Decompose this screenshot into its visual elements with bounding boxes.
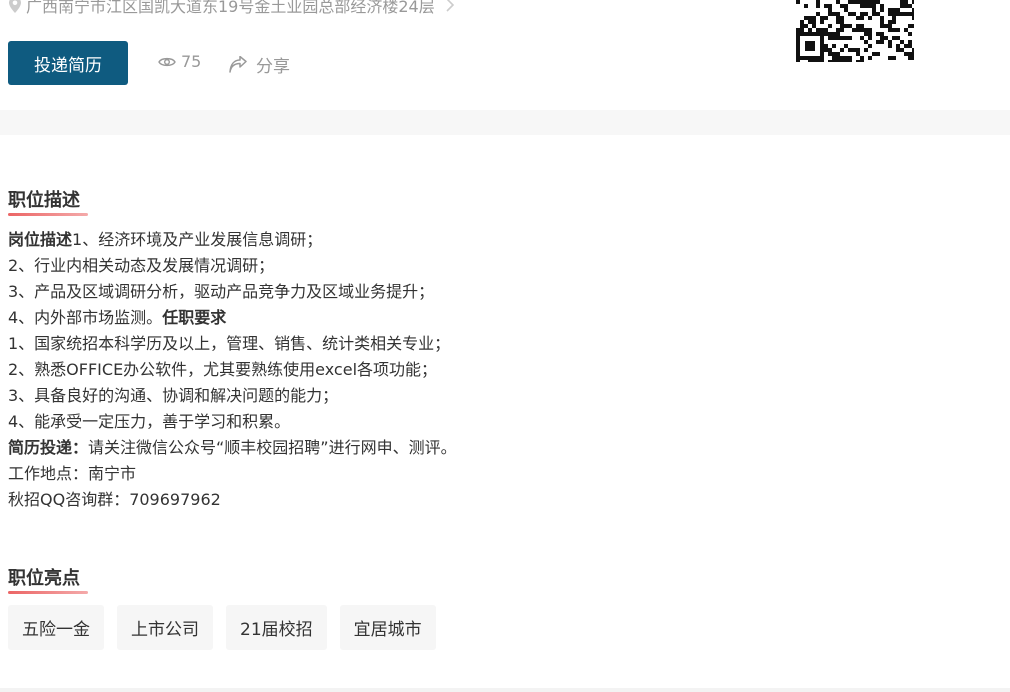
heading-underline xyxy=(8,213,88,216)
share-icon xyxy=(229,55,247,73)
description-line: 3、产品及区域调研分析，驱动产品竞争力及区域业务提升； xyxy=(8,279,457,305)
location-pin-icon xyxy=(9,0,21,13)
line-text: 工作地点：南宁市 xyxy=(8,464,137,483)
view-count-value: 75 xyxy=(181,52,202,71)
highlight-tags: 五险一金 上市公司 21届校招 宜居城市 xyxy=(8,605,436,650)
bottom-divider xyxy=(0,688,1010,692)
job-highlights-heading-text: 职位亮点 xyxy=(8,568,80,589)
job-description-body: 岗位描述1、经济环境及产业发展信息调研； 2、行业内相关动态及发展情况调研； 3… xyxy=(8,227,457,513)
job-highlights-heading: 职位亮点 xyxy=(8,564,88,594)
description-line: 秋招QQ咨询群：709697962 xyxy=(8,487,457,513)
description-line: 岗位描述1、经济环境及产业发展信息调研； xyxy=(8,227,457,253)
address-text: 广西南宁市江区国凯大道东19号金土业园总部经济楼24层 xyxy=(26,0,435,16)
description-line: 1、国家统招本科学历及以上，管理、销售、统计类相关专业； xyxy=(8,331,457,357)
job-description-heading: 职位描述 xyxy=(8,186,88,216)
line-text: 1、经济环境及产业发展信息调研； xyxy=(72,230,323,249)
eye-icon xyxy=(158,57,176,66)
description-line: 简历投递：请关注微信公众号“顺丰校园招聘”进行网申、测评。 xyxy=(8,435,457,461)
share-label: 分享 xyxy=(256,57,290,77)
job-detail-page: 广西南宁市江区国凯大道东19号金土业园总部经济楼24层 投递简历 75 分享 职… xyxy=(0,0,1010,692)
description-line: 3、具备良好的沟通、协调和解决问题的能力； xyxy=(8,383,457,409)
line-text: 1、国家统招本科学历及以上，管理、销售、统计类相关专业； xyxy=(8,334,451,353)
line-text: 2、熟悉OFFICE办公软件，尤其要熟练使用excel各项功能； xyxy=(8,360,438,379)
line-text: 4、能承受一定压力，善于学习和积累。 xyxy=(8,412,291,431)
highlight-tag: 宜居城市 xyxy=(339,605,436,650)
description-line: 2、熟悉OFFICE办公软件，尤其要熟练使用excel各项功能； xyxy=(8,357,457,383)
share-button[interactable]: 分享 xyxy=(228,52,290,77)
view-count: 75 xyxy=(158,52,201,71)
line-text: 3、具备良好的沟通、协调和解决问题的能力； xyxy=(8,386,339,405)
apply-resume-button[interactable]: 投递简历 xyxy=(8,41,128,85)
highlight-tag: 21届校招 xyxy=(226,605,327,650)
qr-code xyxy=(796,0,914,62)
description-line: 工作地点：南宁市 xyxy=(8,461,457,487)
line-text: 请关注微信公众号“顺丰校园招聘”进行网申、测评。 xyxy=(88,438,457,457)
line-text: 4、内外部市场监测。 xyxy=(8,308,163,327)
line-text: 秋招QQ咨询群：709697962 xyxy=(8,490,221,509)
company-address[interactable]: 广西南宁市江区国凯大道东19号金土业园总部经济楼24层 xyxy=(8,0,455,17)
line-text: 2、行业内相关动态及发展情况调研； xyxy=(8,256,275,275)
line-bold: 任职要求 xyxy=(162,308,227,327)
line-text: 3、产品及区域调研分析，驱动产品竞争力及区域业务提升； xyxy=(8,282,435,301)
line-bold: 岗位描述 xyxy=(8,230,73,249)
heading-underline xyxy=(8,591,88,594)
description-line: 4、能承受一定压力，善于学习和积累。 xyxy=(8,409,457,435)
description-line: 4、内外部市场监测。任职要求 xyxy=(8,305,457,331)
chevron-right-icon xyxy=(446,0,454,12)
job-description-heading-text: 职位描述 xyxy=(8,190,80,211)
section-divider xyxy=(0,110,1010,135)
line-bold: 简历投递： xyxy=(8,438,89,457)
highlight-tag: 五险一金 xyxy=(8,605,104,650)
qr-code-image xyxy=(796,0,914,62)
description-line: 2、行业内相关动态及发展情况调研； xyxy=(8,253,457,279)
highlight-tag: 上市公司 xyxy=(117,605,213,650)
